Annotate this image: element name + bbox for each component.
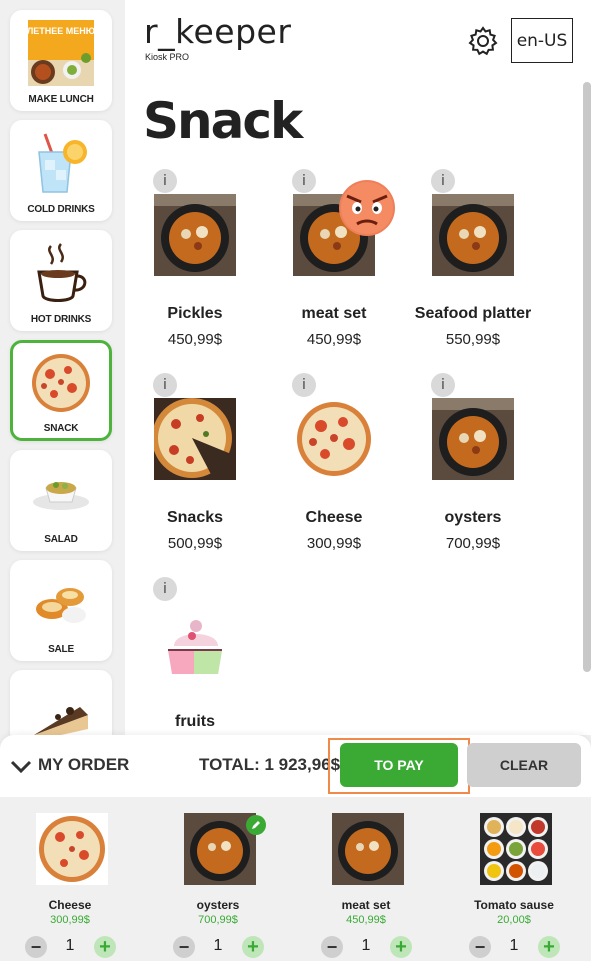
product-price: 300,99$	[306, 535, 362, 552]
order-total: TOTAL: 1 923,96$	[199, 755, 341, 774]
pizza-slice-image	[152, 398, 236, 480]
sidebar-item-label: COLD DRINKS	[27, 204, 95, 215]
quantity-plus-button[interactable]: +	[242, 936, 264, 958]
brand-subtitle: Kiosk PRO	[145, 52, 190, 62]
salad-icon	[26, 458, 96, 528]
cart-item-name: meat set	[341, 898, 391, 912]
cupcake-icon	[154, 602, 236, 684]
sidebar-item-label: SALAD	[44, 534, 78, 545]
pizza-image	[36, 813, 108, 885]
cart-item-name: oysters	[196, 898, 240, 912]
product-name: Snacks	[166, 509, 224, 526]
hot-drink-icon	[26, 238, 96, 308]
product-price: 700,99$	[445, 535, 501, 552]
quantity-minus-button[interactable]: −	[25, 936, 47, 958]
scrollbar[interactable]	[583, 82, 591, 672]
soup-image	[432, 194, 514, 276]
product-name: Seafood platter	[414, 305, 532, 322]
cart-item: Tomato sause 20,00$ − 1 +	[444, 797, 584, 961]
product-name: Cheese	[305, 509, 363, 526]
my-order-toggle[interactable]: MY ORDER	[38, 755, 129, 775]
quantity-minus-button[interactable]: −	[469, 936, 491, 958]
sidebar-item-label: SALE	[48, 644, 74, 655]
cart-item-name: Cheese	[48, 898, 92, 912]
language-button[interactable]: en-US	[511, 18, 573, 63]
clear-button[interactable]: CLEAR	[467, 743, 581, 787]
order-bar: MY ORDER TOTAL: 1 923,96$ TO PAY CLEAR	[0, 735, 591, 797]
product-name: fruits	[175, 713, 215, 730]
lunch-menu-image: ЛЕТНЕЕ МЕНЮ	[26, 18, 96, 88]
product-price: 450,99$	[167, 331, 223, 348]
quantity-minus-button[interactable]: −	[173, 936, 195, 958]
product-card-pickles[interactable]: i Pickles 450,99$	[125, 169, 265, 373]
info-button[interactable]: i	[431, 373, 455, 397]
sidebar-item-label: HOT DRINKS	[30, 314, 92, 325]
sidebar-item-label: MAKE LUNCH	[28, 94, 94, 105]
cart-item-price: 450,99$	[346, 914, 386, 926]
pizza-image	[293, 398, 375, 480]
pizza-icon	[26, 348, 96, 418]
sauces-image	[480, 813, 552, 885]
sidebar-item-sale[interactable]: SALE	[10, 560, 112, 661]
product-area: r_keeper Kiosk PRO en-US Snack i Pickles…	[125, 0, 591, 735]
quantity-value: 1	[509, 937, 519, 954]
product-card-snacks[interactable]: i Snacks 500,99$	[125, 373, 265, 577]
info-button[interactable]: i	[292, 169, 316, 193]
quantity-value: 1	[65, 937, 75, 954]
soup-image	[332, 813, 404, 885]
soup-image	[154, 194, 236, 276]
product-card-seafood-platter[interactable]: i Seafood platter 550,99$	[403, 169, 543, 373]
quantity-plus-button[interactable]: +	[390, 936, 412, 958]
cake-icon	[26, 678, 96, 735]
sidebar-item-cold-drinks[interactable]: COLD DRINKS	[10, 120, 112, 221]
sidebar-item-hot-drinks[interactable]: HOT DRINKS	[10, 230, 112, 331]
info-button[interactable]: i	[153, 169, 177, 193]
angry-face-icon	[333, 178, 403, 240]
kiosk-app: ЛЕТНЕЕ МЕНЮ MAKE LUNCH COLD DRINKS HOT D…	[0, 0, 591, 961]
product-card-oysters[interactable]: i oysters 700,99$	[403, 373, 543, 577]
product-name: Pickles	[167, 305, 223, 322]
cold-drink-icon	[26, 128, 96, 198]
cart-list: Cheese 300,99$ − 1 + oysters 700,99$ − 1…	[0, 797, 591, 961]
soup-image	[432, 398, 514, 480]
cart-item: meat set 450,99$ − 1 +	[296, 797, 436, 961]
quantity-minus-button[interactable]: −	[321, 936, 343, 958]
sidebar-item-snack[interactable]: SNACK	[10, 340, 112, 441]
product-name: meat set	[301, 305, 367, 322]
info-button[interactable]: i	[153, 577, 177, 601]
quantity-plus-button[interactable]: +	[94, 936, 116, 958]
brand-logo: r_keeper	[144, 12, 292, 51]
info-button[interactable]: i	[292, 373, 316, 397]
info-button[interactable]: i	[431, 169, 455, 193]
quantity-value: 1	[213, 937, 223, 954]
page-title: Snack	[143, 92, 303, 150]
product-price: 450,99$	[306, 331, 362, 348]
chevron-down-icon[interactable]	[10, 757, 32, 775]
info-button[interactable]: i	[153, 373, 177, 397]
sidebar-item-cake[interactable]	[10, 670, 112, 735]
product-card-fruits[interactable]: i fruits	[125, 577, 265, 735]
cart-item: oysters 700,99$ − 1 +	[148, 797, 288, 961]
to-pay-button[interactable]: TO PAY	[340, 743, 458, 787]
cart-item-name: Tomato sause	[474, 898, 554, 912]
quantity-plus-button[interactable]: +	[538, 936, 560, 958]
cart-item-price: 300,99$	[50, 914, 90, 926]
sidebar-item-salad[interactable]: SALAD	[10, 450, 112, 551]
cart-item-price: 20,00$	[497, 914, 531, 926]
gear-icon[interactable]	[467, 25, 499, 57]
product-price: 500,99$	[167, 535, 223, 552]
promo-text: ЛЕТНЕЕ МЕНЮ	[28, 26, 94, 36]
pastry-icon	[26, 568, 96, 638]
product-card-cheese[interactable]: i Cheese 300,99$	[264, 373, 404, 577]
product-price: 550,99$	[445, 331, 501, 348]
edit-pencil-icon[interactable]	[246, 815, 266, 835]
sidebar-item-make-lunch[interactable]: ЛЕТНЕЕ МЕНЮ MAKE LUNCH	[10, 10, 112, 111]
category-sidebar: ЛЕТНЕЕ МЕНЮ MAKE LUNCH COLD DRINKS HOT D…	[0, 0, 122, 735]
cart-item: Cheese 300,99$ − 1 +	[0, 797, 140, 961]
cart-item-price: 700,99$	[198, 914, 238, 926]
quantity-value: 1	[361, 937, 371, 954]
sidebar-item-label: SNACK	[43, 423, 79, 434]
product-name: oysters	[444, 509, 502, 526]
